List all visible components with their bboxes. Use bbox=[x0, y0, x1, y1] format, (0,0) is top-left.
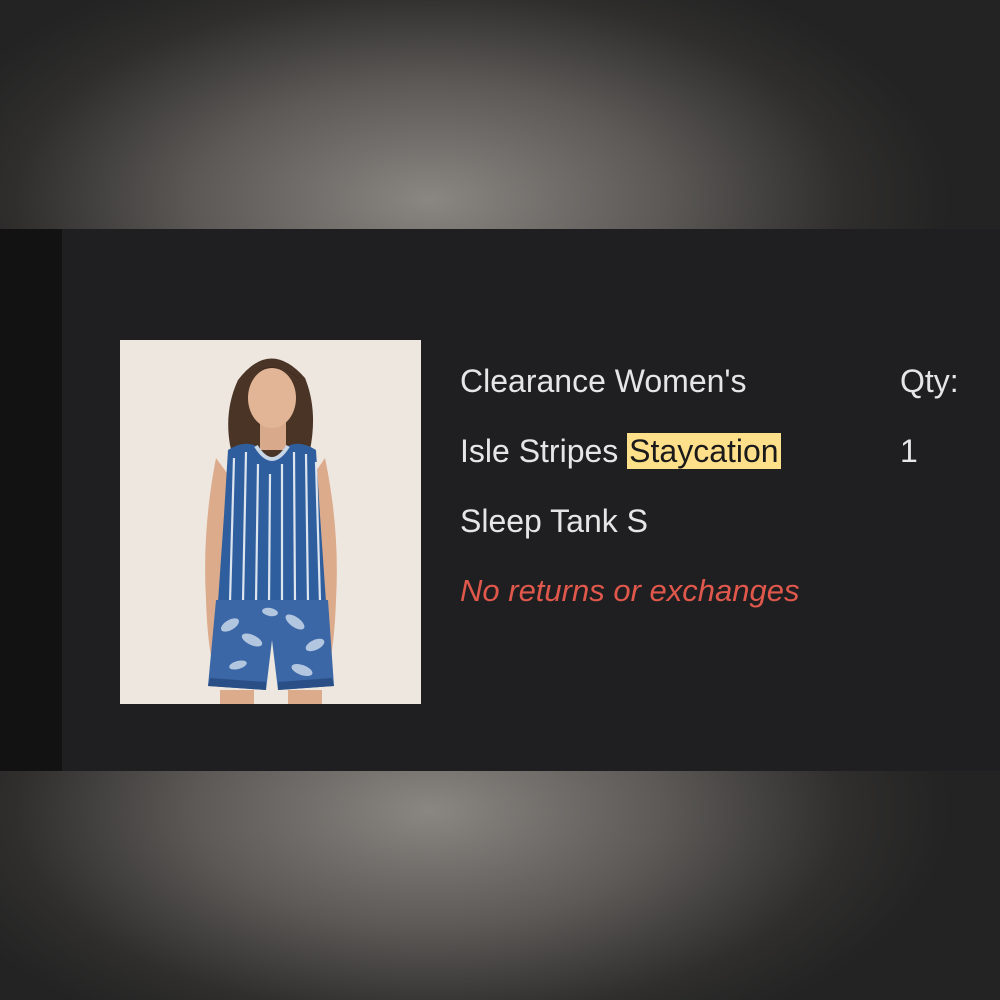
order-item-panel: Clearance Women's Isle Stripes Staycatio… bbox=[0, 229, 1000, 771]
return-policy-notice: No returns or exchanges bbox=[460, 573, 800, 608]
search-highlight: Staycation bbox=[627, 433, 781, 469]
quantity-value: 1 bbox=[900, 433, 918, 469]
product-title-line-2: Isle Stripes Staycation bbox=[460, 431, 781, 471]
product-photo-icon bbox=[120, 340, 421, 704]
product-title-prefix: Isle Stripes bbox=[460, 433, 628, 469]
blurred-background-bottom bbox=[0, 771, 1000, 1000]
product-image[interactable] bbox=[120, 340, 421, 704]
product-title-line-3: Sleep Tank S bbox=[460, 503, 648, 539]
product-title-line-1: Clearance Women's bbox=[460, 363, 747, 399]
quantity-label: Qty: bbox=[900, 363, 959, 399]
blurred-background-top bbox=[0, 0, 1000, 229]
panel-left-edge bbox=[0, 229, 62, 771]
